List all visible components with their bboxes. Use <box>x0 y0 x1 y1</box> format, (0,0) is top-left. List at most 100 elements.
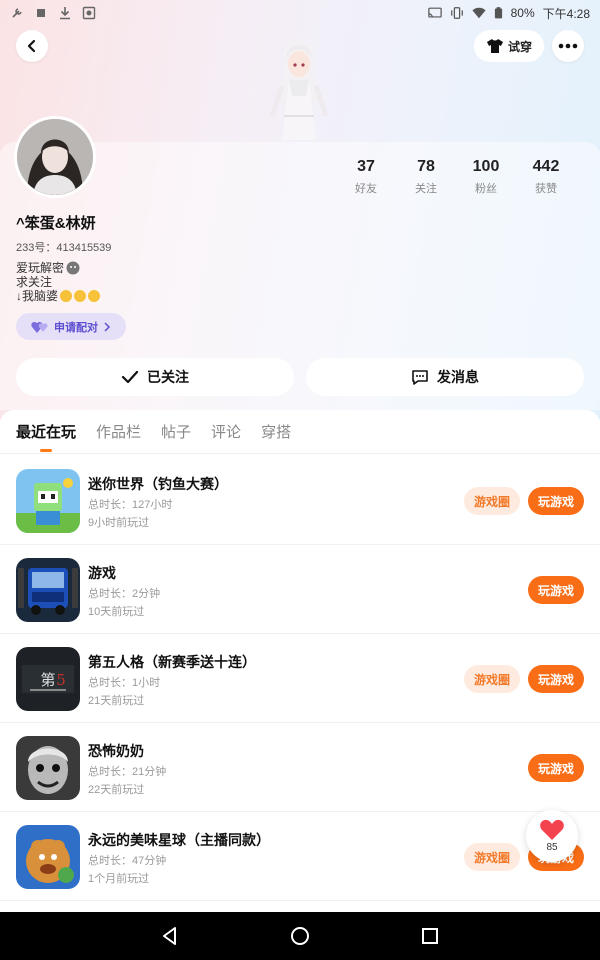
game-row[interactable]: 迷你世界（钓鱼大赛） 总时长：127小时 9小时前玩过 游戏圈 玩游戏 <box>0 456 600 545</box>
game-title: 游戏 <box>88 565 116 581</box>
cast-icon <box>427 7 442 18</box>
game-row[interactable]: 游戏 总时长：2分钟 10天前玩过 玩游戏 <box>0 545 600 634</box>
check-icon <box>121 370 139 384</box>
stat-fans[interactable]: 100 粉丝 <box>456 158 516 196</box>
game-title: 迷你世界（钓鱼大赛） <box>88 476 228 492</box>
tryon-label: 试穿 <box>507 39 532 54</box>
play-game-button[interactable]: 玩游戏 <box>528 754 584 782</box>
profile-stats: 37 好友 78 关注 100 粉丝 442 获赞 <box>336 158 576 196</box>
followed-button[interactable]: 已关注 <box>16 358 294 396</box>
stat-label: 关注 <box>415 183 437 195</box>
more-dots-icon <box>558 43 578 49</box>
battery-icon <box>494 7 502 19</box>
system-nav-bar <box>0 912 600 960</box>
game-icon-truck[interactable] <box>16 558 80 622</box>
nav-recents-icon[interactable] <box>420 926 440 946</box>
play-game-button[interactable]: 玩游戏 <box>528 665 584 693</box>
send-message-button[interactable]: 发消息 <box>306 358 584 396</box>
game-last-played: 22天前玩过 <box>88 784 145 796</box>
vibrate-icon <box>450 7 463 19</box>
game-icon-granny[interactable] <box>16 736 80 800</box>
nav-back-icon[interactable] <box>160 926 180 946</box>
chat-bubble-icon <box>412 370 428 385</box>
game-circle-button[interactable]: 游戏圈 <box>464 487 520 515</box>
stat-following[interactable]: 78 关注 <box>396 158 456 196</box>
svg-text:第: 第 <box>40 671 55 689</box>
download-icon <box>60 7 70 20</box>
user-id: 233号：413415539 <box>16 242 112 254</box>
game-title: 第五人格（新赛季送十连） <box>88 654 256 670</box>
game-row[interactable]: 恐怖奶奶 总时长：21分钟 22天前玩过 玩游戏 <box>0 723 600 812</box>
game-last-played: 1个月前玩过 <box>88 873 150 885</box>
tab-recent-play[interactable]: 最近在玩 <box>16 421 76 452</box>
chevron-right-icon <box>104 321 111 332</box>
game-title: 恐怖奶奶 <box>88 743 144 759</box>
game-circle-button[interactable]: 游戏圈 <box>464 843 520 871</box>
play-game-button[interactable]: 玩游戏 <box>528 576 584 604</box>
profile-tabs: 最近在玩 作品栏 帖子 评论 穿搭 <box>0 410 600 454</box>
clock: 下午4:28 <box>542 6 590 21</box>
game-icon-mini-world[interactable] <box>16 469 80 533</box>
double-heart-icon <box>31 321 48 333</box>
stat-number: 442 <box>532 158 560 175</box>
clap-emoji-icon <box>88 290 101 302</box>
svg-text:5: 5 <box>56 671 66 689</box>
game-circle-button[interactable]: 游戏圈 <box>464 665 520 693</box>
game-total-time: 总时长：2分钟 <box>88 588 161 600</box>
back-arrow-icon <box>27 39 36 53</box>
user-avatar[interactable] <box>14 116 96 198</box>
like-count: 85 <box>546 842 558 853</box>
clap-emoji-icon <box>74 290 87 302</box>
followed-label: 已关注 <box>147 369 189 385</box>
game-last-played: 10天前玩过 <box>88 606 145 618</box>
play-game-button[interactable]: 玩游戏 <box>528 487 584 515</box>
battery-percent: 80% <box>510 6 535 20</box>
bio-line: ↓我脑婆 <box>16 289 59 303</box>
stat-label: 粉丝 <box>475 183 497 195</box>
game-title: 永远的美味星球（主播同款） <box>88 832 270 848</box>
recent-games-list: 迷你世界（钓鱼大赛） 总时长：127小时 9小时前玩过 游戏圈 玩游戏 游戏 总… <box>0 456 600 901</box>
user-photo <box>17 119 93 195</box>
nav-home-icon[interactable] <box>290 926 310 946</box>
clap-emoji-icon <box>60 290 73 302</box>
stat-number: 78 <box>417 158 435 175</box>
tab-posts[interactable]: 帖子 <box>161 421 191 442</box>
game-total-time: 总时长：21分钟 <box>88 766 167 778</box>
pair-label: 申请配对 <box>54 321 98 334</box>
game-total-time: 总时长：1小时 <box>88 677 161 689</box>
game-last-played: 21天前玩过 <box>88 695 145 707</box>
wifi-icon <box>472 7 486 19</box>
bio-line: 求关注 <box>16 275 53 289</box>
stat-label: 获赞 <box>535 183 557 195</box>
bio-line: 爱玩解密 <box>16 261 65 275</box>
shirt-icon <box>486 39 503 53</box>
message-label: 发消息 <box>437 369 479 385</box>
game-last-played: 9小时前玩过 <box>88 517 150 529</box>
avatar-figure-image[interactable] <box>262 36 336 144</box>
game-row[interactable]: 永远的美味星球（主播同款） 总时长：47分钟 1个月前玩过 游戏圈 玩游戏 <box>0 812 600 901</box>
game-row[interactable]: 第 5 第五人格（新赛季送十连） 总时长：1小时 21天前玩过 游戏圈 玩游戏 <box>0 634 600 723</box>
stat-likes[interactable]: 442 获赞 <box>516 158 576 196</box>
square-icon <box>37 9 45 17</box>
emoji-icon <box>66 261 80 275</box>
pair-request-button[interactable]: 申请配对 <box>16 313 126 340</box>
stat-number: 100 <box>472 158 500 175</box>
back-button[interactable] <box>16 30 48 62</box>
status-bar: 80% 下午4:28 <box>0 0 600 26</box>
heart-icon <box>540 819 564 840</box>
game-icon-identity-v[interactable]: 第 5 <box>16 647 80 711</box>
tab-outfits[interactable]: 穿搭 <box>261 421 291 442</box>
stat-label: 好友 <box>355 183 377 195</box>
username: ^笨蛋&林妍 <box>16 215 96 232</box>
game-total-time: 总时长：127小时 <box>88 499 173 511</box>
game-icon-tasty-planet[interactable] <box>16 825 80 889</box>
stat-friends[interactable]: 37 好友 <box>336 158 396 196</box>
game-total-time: 总时长：47分钟 <box>88 855 167 867</box>
floating-like-button[interactable]: 85 <box>526 810 578 862</box>
screenshot-icon <box>82 6 96 20</box>
tab-works[interactable]: 作品栏 <box>96 421 141 442</box>
wrench-icon <box>12 8 22 18</box>
more-button[interactable] <box>552 30 584 62</box>
tryon-button[interactable]: 试穿 <box>474 30 544 62</box>
tab-comments[interactable]: 评论 <box>211 421 241 442</box>
